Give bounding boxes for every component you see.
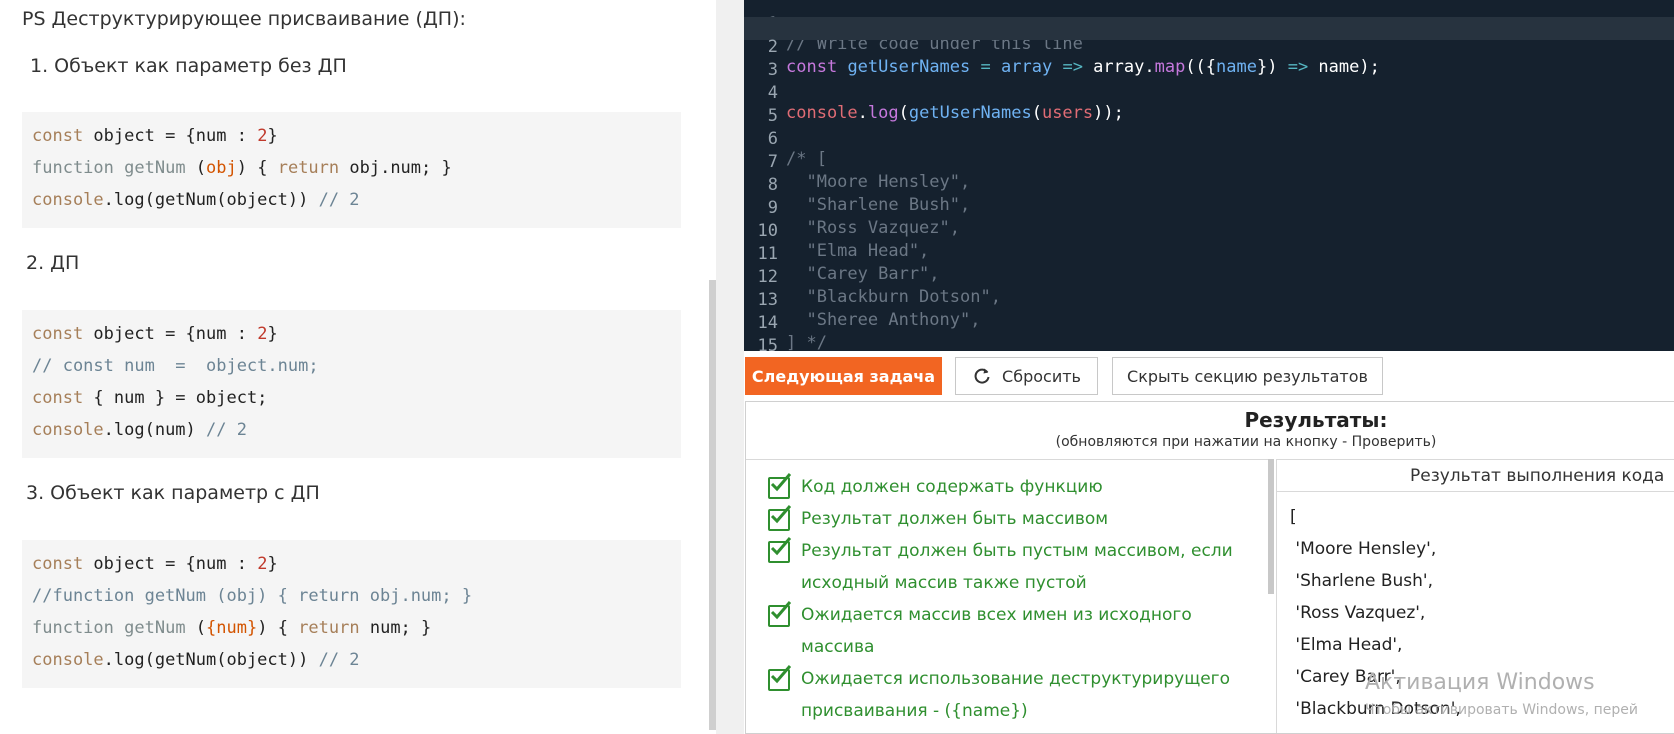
next-task-label: Следующая задача [751, 366, 936, 386]
code3-line3: function getNum ({num}) { return num; } [32, 618, 432, 638]
output-header: Результат выполнения кода [1277, 460, 1674, 492]
editor-line-5[interactable]: 5 [744, 86, 1674, 126]
code2-line4: console.log(num) // 2 [32, 420, 247, 440]
editor-line-7[interactable]: 7 "Moore Hensley", [744, 132, 1674, 192]
editor-line-15[interactable]: 15 [744, 316, 1674, 351]
code-block-2: const object = {num : 2} // const num = … [22, 310, 681, 458]
editor-line-2[interactable]: 2 const getUserNames = array => array.ma… [744, 17, 1674, 77]
lesson-panel: PS Деструктурирующее присваивание (ДП): … [0, 0, 716, 734]
editor-line-6[interactable]: 6 /* [ [744, 109, 1674, 169]
editor-line-8[interactable]: 8 "Sharlene Bush", [744, 155, 1674, 215]
editor-line-3[interactable]: 3 [744, 40, 1674, 80]
code1-line2: function getNum (obj) { return obj.num; … [32, 158, 452, 178]
code3-line1: const object = {num : 2} [32, 554, 278, 574]
editor-line-14[interactable]: 14 ] */ [744, 293, 1674, 351]
editor-line-13[interactable]: 13 "Sheree Anthony", [744, 270, 1674, 330]
output-line: [ [1290, 507, 1297, 527]
code2-line3: const { num } = object; [32, 388, 268, 408]
editor-line-4[interactable]: 4 console.log(getUserNames(users)); [744, 63, 1674, 123]
code1-line1: const object = {num : 2} [32, 126, 278, 146]
section-3-title: 3. Объект как параметр с ДП [26, 482, 320, 504]
hide-results-label: Скрыть секцию результатов [1127, 366, 1368, 386]
code1-line3: console.log(getNum(object)) // 2 [32, 190, 360, 210]
code3-line2: //function getNum (obj) { return obj.num… [32, 586, 473, 606]
code-block-3: const object = {num : 2} //function getN… [22, 540, 681, 688]
output-line: 'Sharlene Bush', [1290, 571, 1434, 591]
editor-line-1[interactable]: 1 // Write code under this line [744, 0, 1674, 54]
section-1-title: 1. Объект как параметр без ДП [30, 55, 347, 77]
checks-list: Код должен содержать функцию Результат д… [746, 459, 1273, 733]
hide-results-button[interactable]: Скрыть секцию результатов [1112, 357, 1383, 395]
windows-activation-watermark: Активация Windows [1365, 670, 1595, 695]
section-2-title: 2. ДП [26, 252, 80, 274]
code-block-1: const object = {num : 2} function getNum… [22, 112, 681, 228]
checks-scrollbar[interactable] [1268, 459, 1274, 594]
editor-line-11[interactable]: 11 "Carey Barr", [744, 224, 1674, 284]
code-editor[interactable]: 1 // Write code under this line 2 const … [744, 0, 1674, 351]
output-line: 'Elma Head', [1290, 635, 1403, 655]
output-line: 'Moore Hensley', [1290, 539, 1437, 559]
output-line: 'Ross Vazquez', [1290, 603, 1426, 623]
checkbox-checked-icon [768, 473, 791, 499]
checkbox-checked-icon [768, 665, 791, 691]
panel-divider[interactable] [716, 0, 744, 734]
windows-activation-subtitle: Чтобы активировать Windows, перей [1365, 702, 1638, 718]
lesson-heading: PS Деструктурирующее присваивание (ДП): [22, 8, 466, 30]
line-number: 15 [757, 336, 778, 351]
next-task-button[interactable]: Следующая задача [745, 357, 942, 395]
code2-line1: const object = {num : 2} [32, 324, 278, 344]
lesson-scrollbar[interactable] [709, 280, 716, 730]
code3-line4: console.log(getNum(object)) // 2 [32, 650, 360, 670]
checkbox-checked-icon [768, 505, 791, 531]
checkbox-checked-icon [768, 537, 791, 563]
code2-line2: // const num = object.num; [32, 356, 319, 376]
results-title: Результаты: [1244, 408, 1388, 432]
reset-label: Сбросить [1002, 366, 1081, 386]
editor-line-10[interactable]: 10 "Elma Head", [744, 201, 1674, 261]
editor-line-12[interactable]: 12 "Blackburn Dotson", [744, 247, 1674, 307]
refresh-icon [974, 368, 990, 384]
results-subtitle: (обновляются при нажатии на кнопку - Про… [1055, 434, 1437, 450]
editor-line-9[interactable]: 9 "Ross Vazquez", [744, 178, 1674, 238]
reset-button[interactable]: Сбросить [955, 357, 1098, 395]
checkbox-checked-icon [768, 601, 791, 627]
